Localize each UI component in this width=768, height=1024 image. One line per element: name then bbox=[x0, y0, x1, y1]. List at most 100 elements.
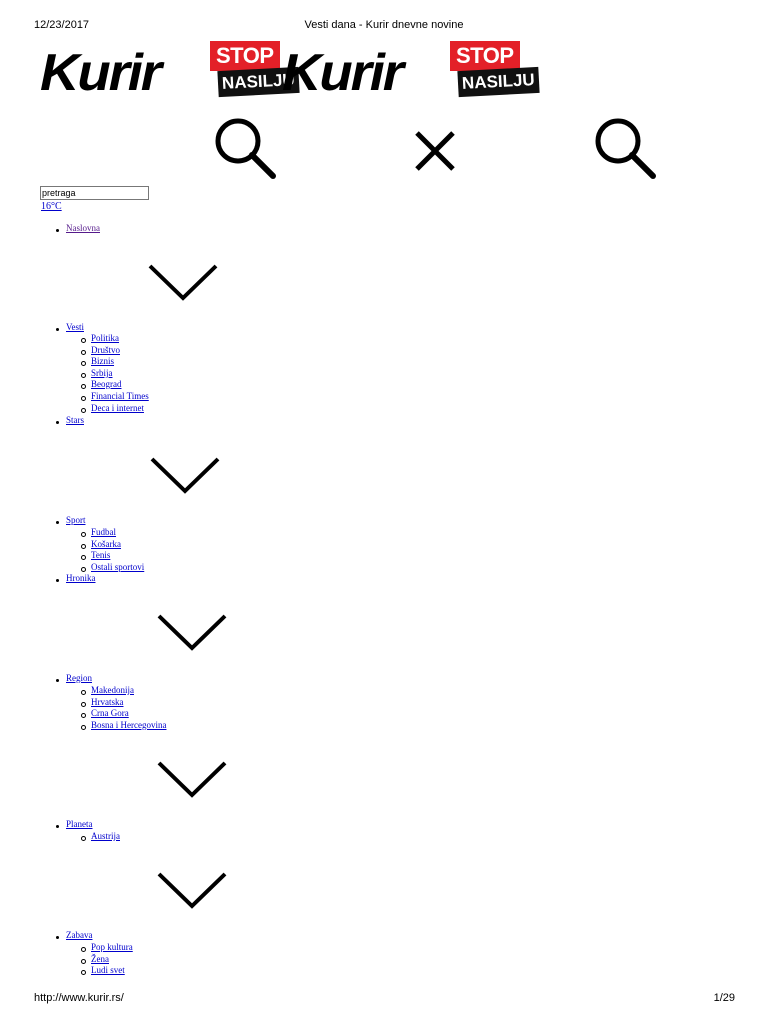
list-bullet bbox=[56, 579, 59, 582]
list-bullet bbox=[81, 690, 86, 695]
nav-item-zabava[interactable]: Zabava bbox=[66, 930, 92, 941]
list-bullet bbox=[81, 959, 86, 964]
submenu-link[interactable]: Pop kultura bbox=[91, 942, 133, 952]
list-bullet bbox=[81, 350, 86, 355]
submenu-link[interactable]: Bosna i Hercegovina bbox=[91, 720, 166, 730]
submenu-link[interactable]: Biznis bbox=[91, 356, 114, 366]
submenu-link[interactable]: Hrvatska bbox=[91, 697, 124, 707]
list-bullet bbox=[81, 555, 86, 560]
nav-link[interactable]: Sport bbox=[66, 515, 86, 525]
submenu-item[interactable]: Žena bbox=[91, 954, 109, 965]
list-bullet bbox=[56, 328, 59, 331]
submenu-item[interactable]: Financial Times bbox=[91, 391, 149, 402]
submenu-link[interactable]: Austrija bbox=[91, 831, 120, 841]
search-icon[interactable] bbox=[592, 115, 658, 181]
submenu-link[interactable]: Crna Gora bbox=[91, 708, 129, 718]
list-bullet bbox=[81, 544, 86, 549]
submenu-item[interactable]: Makedonija bbox=[91, 685, 134, 696]
kurir-logo-secondary[interactable]: Kurir STOP NASILJU bbox=[282, 41, 540, 103]
chevron-down-icon[interactable] bbox=[157, 872, 227, 910]
submenu-link[interactable]: Deca i internet bbox=[91, 403, 144, 413]
list-bullet bbox=[56, 936, 59, 939]
submenu-link[interactable]: Politika bbox=[91, 333, 119, 343]
chevron-down-icon[interactable] bbox=[157, 761, 227, 799]
list-bullet bbox=[81, 338, 86, 343]
submenu-item[interactable]: Austrija bbox=[91, 831, 120, 842]
list-bullet bbox=[81, 970, 86, 975]
nav-item-vesti[interactable]: Vesti bbox=[66, 322, 84, 333]
close-icon[interactable] bbox=[413, 129, 457, 173]
submenu-item[interactable]: Ostali sportovi bbox=[91, 562, 144, 573]
list-bullet bbox=[81, 947, 86, 952]
nav-item-naslovna[interactable]: Naslovna bbox=[66, 223, 100, 234]
weather-link[interactable]: 16°C bbox=[41, 201, 62, 212]
submenu-item[interactable]: Hrvatska bbox=[91, 697, 124, 708]
list-bullet bbox=[56, 679, 59, 682]
nav-item-sport[interactable]: Sport bbox=[66, 515, 86, 526]
list-bullet bbox=[81, 373, 86, 378]
submenu-item[interactable]: Crna Gora bbox=[91, 708, 129, 719]
submenu-item[interactable]: Bosna i Hercegovina bbox=[91, 720, 166, 731]
submenu-item[interactable]: Društvo bbox=[91, 345, 120, 356]
list-bullet bbox=[56, 421, 59, 424]
nav-link[interactable]: Region bbox=[66, 673, 92, 683]
submenu-item[interactable]: Srbija bbox=[91, 368, 113, 379]
submenu-link[interactable]: Ostali sportovi bbox=[91, 562, 144, 572]
list-bullet bbox=[81, 408, 86, 413]
logo-stop-badge: STOP bbox=[210, 41, 280, 71]
submenu-link[interactable]: Financial Times bbox=[91, 391, 149, 401]
submenu-link[interactable]: Makedonija bbox=[91, 685, 134, 695]
kurir-logo[interactable]: Kurir STOP NASILJU bbox=[40, 41, 300, 103]
list-bullet bbox=[81, 532, 86, 537]
submenu-item[interactable]: Biznis bbox=[91, 356, 114, 367]
chevron-down-icon[interactable] bbox=[150, 457, 220, 495]
list-bullet bbox=[81, 713, 86, 718]
nav-link[interactable]: Vesti bbox=[66, 322, 84, 332]
list-bullet bbox=[81, 567, 86, 572]
submenu-item[interactable]: Beograd bbox=[91, 379, 122, 390]
nav-item-region[interactable]: Region bbox=[66, 673, 92, 684]
submenu-link[interactable]: Žena bbox=[91, 954, 109, 964]
list-bullet bbox=[81, 702, 86, 707]
submenu-item[interactable]: Ludi svet bbox=[91, 965, 125, 976]
nav-item-planeta[interactable]: Planeta bbox=[66, 819, 93, 830]
nav-item-stars[interactable]: Stars bbox=[66, 415, 84, 426]
submenu-item[interactable]: Fudbal bbox=[91, 527, 116, 538]
submenu-item[interactable]: Deca i internet bbox=[91, 403, 144, 414]
page-title: Vesti dana - Kurir dnevne novine bbox=[304, 19, 464, 31]
submenu-item[interactable]: Košarka bbox=[91, 539, 121, 550]
list-bullet bbox=[56, 521, 59, 524]
list-bullet bbox=[81, 836, 86, 841]
submenu-link[interactable]: Ludi svet bbox=[91, 965, 125, 975]
nav-link[interactable]: Zabava bbox=[66, 930, 92, 940]
submenu-link[interactable]: Beograd bbox=[91, 379, 122, 389]
submenu-link[interactable]: Tenis bbox=[91, 550, 110, 560]
nav-link[interactable]: Naslovna bbox=[66, 223, 100, 233]
submenu-link[interactable]: Košarka bbox=[91, 539, 121, 549]
chevron-down-icon[interactable] bbox=[148, 264, 218, 302]
logo-wordmark: Kurir bbox=[282, 44, 404, 102]
print-url: http://www.kurir.rs/ bbox=[34, 992, 124, 1004]
chevron-down-icon[interactable] bbox=[157, 614, 227, 652]
nav-item-hronika[interactable]: Hronika bbox=[66, 573, 96, 584]
list-bullet bbox=[56, 229, 59, 232]
submenu-item[interactable]: Tenis bbox=[91, 550, 110, 561]
list-bullet bbox=[81, 361, 86, 366]
list-bullet bbox=[81, 384, 86, 389]
submenu-link[interactable]: Srbija bbox=[91, 368, 113, 378]
submenu-link[interactable]: Fudbal bbox=[91, 527, 116, 537]
submenu-item[interactable]: Politika bbox=[91, 333, 119, 344]
logo-wordmark: Kurir bbox=[40, 44, 162, 102]
submenu-link[interactable]: Društvo bbox=[91, 345, 120, 355]
submenu-item[interactable]: Pop kultura bbox=[91, 942, 133, 953]
search-input[interactable]: pretraga bbox=[40, 186, 149, 200]
print-page-number: 1/29 bbox=[713, 992, 735, 1004]
nav-link[interactable]: Hronika bbox=[66, 573, 96, 583]
search-icon[interactable] bbox=[212, 115, 278, 181]
nav-link[interactable]: Stars bbox=[66, 415, 84, 425]
list-bullet bbox=[81, 396, 86, 401]
list-bullet bbox=[56, 825, 59, 828]
logo-stop-badge: STOP bbox=[450, 41, 520, 71]
nav-link[interactable]: Planeta bbox=[66, 819, 93, 829]
list-bullet bbox=[81, 725, 86, 730]
